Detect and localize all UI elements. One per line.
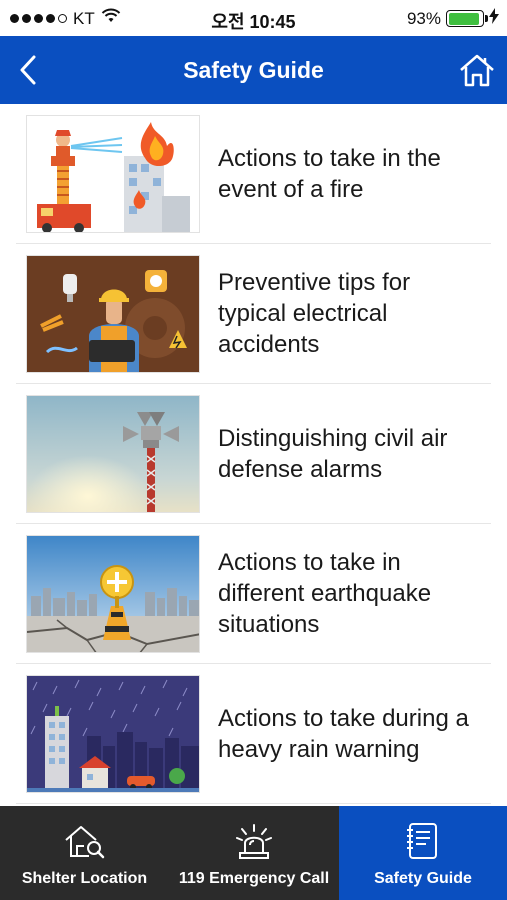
guide-item-heavy-rain[interactable]: Actions to take during a heavy rain warn… <box>16 664 491 804</box>
status-bar: KT 오전 10:45 93% <box>0 0 507 36</box>
home-button[interactable] <box>455 48 499 92</box>
guide-thumbnail <box>26 534 200 653</box>
bottom-tab-bar: Shelter Location 119 Emergency Call Safe… <box>0 806 507 900</box>
home-icon <box>460 54 494 87</box>
electrician-illustration <box>27 255 199 372</box>
heavy-rain-city-illustration <box>27 675 199 792</box>
status-right: 93% <box>407 8 499 29</box>
guide-thumbnail <box>26 394 200 513</box>
siren-tower-photo <box>27 395 199 512</box>
guide-item-air-defense[interactable]: Distinguishing civil air defense alarms <box>16 384 491 524</box>
battery-icon <box>446 10 488 27</box>
guide-title: Preventive tips for typical electrical a… <box>218 269 411 358</box>
guide-title: Actions to take during a heavy rain warn… <box>218 704 469 763</box>
guide-thumbnail <box>26 254 200 373</box>
tab-label: 119 Emergency Call <box>178 870 330 887</box>
guide-book-icon <box>400 820 446 862</box>
safety-guide-list: Actions to take in the event of a fire P… <box>0 104 507 806</box>
tab-label: Safety Guide <box>374 870 472 887</box>
guide-item-electrical[interactable]: Preventive tips for typical electrical a… <box>16 244 491 384</box>
tab-emergency-call[interactable]: 119 Emergency Call <box>169 806 339 900</box>
guide-item-fire[interactable]: Actions to take in the event of a fire <box>16 104 491 244</box>
page-title: Safety Guide <box>183 57 324 83</box>
battery-percent: 93% <box>406 8 441 28</box>
battery-level <box>448 12 480 25</box>
charging-icon <box>489 8 499 29</box>
earthquake-crack-illustration <box>27 535 199 652</box>
guide-title: Distinguishing civil air defense alarms <box>218 424 448 483</box>
firefighter-illustration <box>27 115 199 232</box>
guide-item-earthquake[interactable]: Actions to take in different earthquake … <box>16 524 491 664</box>
guide-thumbnail <box>26 114 200 233</box>
tab-safety-guide[interactable]: Safety Guide <box>339 806 507 900</box>
tab-label: Shelter Location <box>21 870 148 887</box>
emergency-siren-icon <box>231 820 277 862</box>
guide-title: Actions to take in the event of a fire <box>218 144 441 203</box>
navigation-bar: Safety Guide <box>0 36 507 104</box>
tab-shelter-location[interactable]: Shelter Location <box>0 806 169 900</box>
guide-thumbnail <box>26 674 200 793</box>
shelter-search-icon <box>62 820 108 862</box>
guide-title: Actions to take in different earthquake … <box>218 549 432 638</box>
